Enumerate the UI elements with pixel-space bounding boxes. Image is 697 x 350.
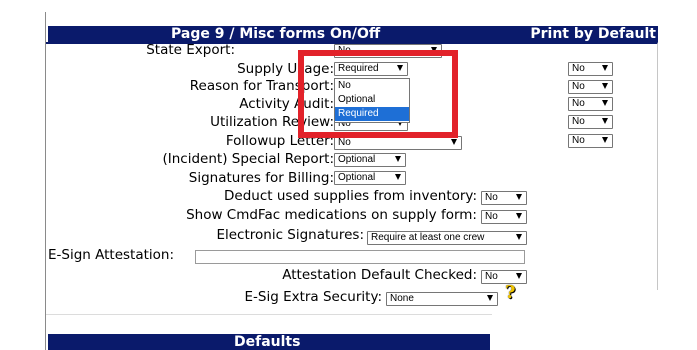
attestation-default-checked-label: Attestation Default Checked: (282, 267, 477, 283)
electronic-signatures-select[interactable]: Require at least one crew (367, 231, 527, 245)
supply-usage-print-select[interactable]: No (568, 62, 613, 76)
show-cmdfac-label: Show CmdFac medications on supply form: (186, 207, 477, 223)
incident-special-report-label: (Incident) Special Report: (162, 151, 335, 167)
chevron-down-icon (516, 273, 522, 279)
chevron-down-icon (516, 213, 522, 219)
esign-attestation-input[interactable] (195, 250, 525, 264)
state-export-label: State Export: (146, 42, 235, 58)
utilization-review-print-select[interactable]: No (568, 115, 613, 129)
chevron-down-icon (602, 83, 608, 89)
reason-for-transport-print-select[interactable]: No (568, 80, 613, 94)
show-cmdfac-select[interactable]: No (481, 210, 527, 224)
esig-extra-security-select[interactable]: None (386, 292, 498, 306)
chevron-down-icon (602, 100, 608, 106)
chevron-down-icon (516, 234, 522, 240)
chevron-down-icon (487, 295, 493, 301)
signatures-for-billing-select[interactable]: Optional (334, 171, 406, 185)
deduct-supplies-select[interactable]: No (481, 191, 527, 205)
chevron-down-icon (451, 139, 457, 145)
incident-special-report-select[interactable]: Optional (334, 153, 406, 167)
print-by-default-header: Print by Default (530, 26, 656, 42)
chevron-down-icon (602, 65, 608, 71)
section-header: Page 9 / Misc forms On/Off Print by Defa… (48, 26, 658, 43)
defaults-header: Defaults (48, 334, 490, 350)
chevron-down-icon (395, 174, 401, 180)
activity-audit-print-select[interactable]: No (568, 97, 613, 111)
deduct-supplies-label: Deduct used supplies from inventory: (224, 188, 477, 204)
chevron-down-icon (395, 156, 401, 162)
chevron-down-icon (516, 194, 522, 200)
followup-letter-select[interactable]: No (334, 136, 462, 150)
section-divider (46, 314, 492, 315)
section-title: Page 9 / Misc forms On/Off (171, 26, 381, 42)
followup-letter-print-select[interactable]: No (568, 134, 613, 148)
defaults-title: Defaults (234, 334, 301, 350)
esig-extra-security-label: E-Sig Extra Security: (244, 289, 382, 305)
help-question-icon[interactable]: ? (505, 284, 516, 302)
esign-attestation-label: E-Sign Attestation: (48, 247, 175, 263)
attestation-default-checked-select[interactable]: No (481, 270, 527, 284)
chevron-down-icon (602, 118, 608, 124)
electronic-signatures-label: Electronic Signatures: (216, 227, 364, 243)
red-highlight-box (298, 50, 458, 138)
signatures-for-billing-label: Signatures for Billing: (188, 170, 334, 186)
chevron-down-icon (602, 137, 608, 143)
